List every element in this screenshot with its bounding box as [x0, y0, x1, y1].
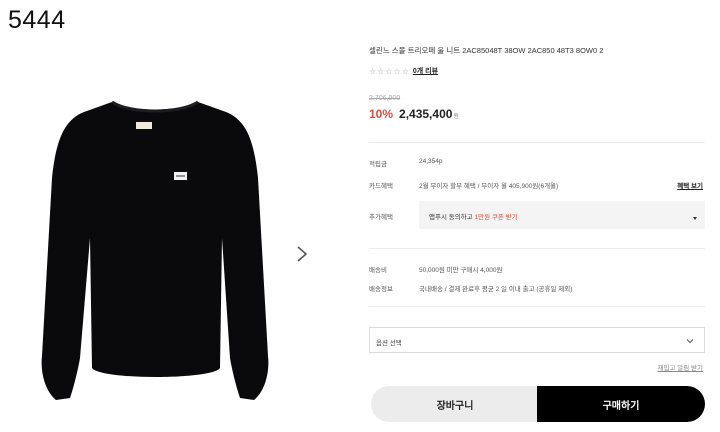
restock-alert-link[interactable]: 재입고 알림 받기 — [658, 362, 703, 372]
shipping-info-label: 배송정보 — [369, 286, 393, 293]
review-count-link[interactable]: 0개 리뷰 — [413, 66, 438, 76]
add-to-cart-button[interactable]: 장바구니 — [371, 386, 539, 422]
shipping-fee-value: 50,000원 미만 구매시 4,000원 — [419, 267, 503, 274]
points-label: 적립금 — [369, 161, 387, 168]
option-placeholder: 옵션 선택 — [376, 340, 402, 347]
push-coupon-text: 앱푸시 동의하고 1만원 쿠폰 받기 — [429, 214, 518, 221]
star-icon: ☆☆☆☆☆ — [369, 66, 410, 76]
shipping-fee-label: 배송비 — [369, 267, 387, 274]
discount-rate: 10% — [369, 107, 394, 121]
points-value: 24,354p — [419, 158, 443, 165]
chevron-down-icon — [686, 339, 694, 344]
image-label: 5444 — [8, 6, 66, 34]
push-coupon-banner[interactable]: 앱푸시 동의하고 1만원 쿠폰 받기 — [419, 201, 705, 229]
buy-now-button[interactable]: 구매하기 — [537, 386, 705, 422]
next-image-arrow[interactable] — [292, 244, 312, 264]
view-benefits-link[interactable]: 혜택 보기 — [677, 180, 703, 190]
card-benefit-label: 카드혜택 — [369, 183, 393, 190]
option-select-dropdown[interactable]: 옵션 선택 — [369, 327, 705, 353]
currency-unit: 원 — [453, 114, 459, 120]
divider — [369, 306, 705, 307]
caret-down-icon — [693, 217, 697, 220]
divider — [369, 142, 705, 143]
product-title: 셀린느 스몰 트리오페 울 니트 2AC85048T 38OW 2AC850 4… — [369, 46, 604, 55]
price-row: 10% 2,435,400원 — [369, 105, 459, 123]
coupon-highlight: 1만원 쿠폰 받기 — [474, 214, 518, 221]
divider — [369, 248, 705, 249]
original-price: 2,706,000 — [369, 95, 401, 102]
neck-label — [136, 122, 152, 129]
sale-price: 2,435,400 — [399, 107, 453, 121]
shipping-info-value: 국내배송 / 결제 완료후 평균 2 일 이내 출고 (공휴일 제외) — [419, 286, 573, 293]
rating-row: ☆☆☆☆☆ 0개 리뷰 — [369, 66, 438, 76]
product-image — [41, 100, 269, 400]
extra-benefit-label: 추가혜택 — [369, 214, 393, 221]
card-benefit-value: 2월 무이자 할부 혜택 / 무이자 월 405,900원(6개월) — [419, 183, 559, 190]
sweater-body — [41, 102, 269, 400]
